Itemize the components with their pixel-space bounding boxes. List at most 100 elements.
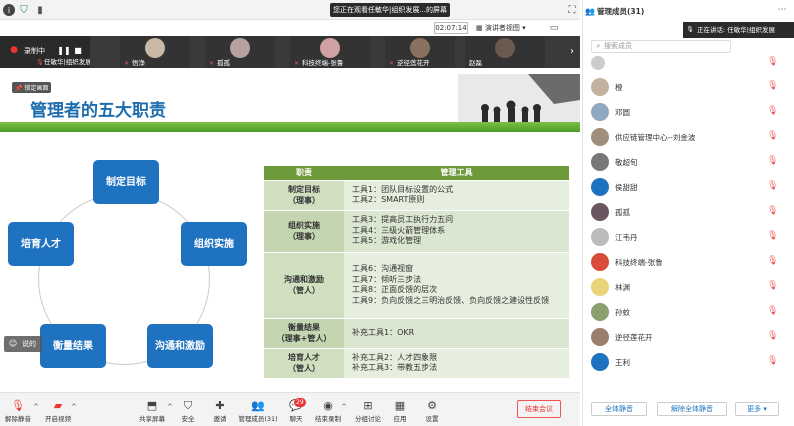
member-name: 林渊 — [615, 283, 630, 292]
member-name: 橙 — [615, 83, 623, 92]
slide-divider — [0, 122, 580, 132]
tile-name: 🎙任敏华|组织发展... — [36, 56, 90, 66]
speaking-indicator: 🎙 正在讲话: 任敏华|组织发展 — [683, 22, 794, 38]
stop-icon[interactable]: ■ — [72, 44, 84, 56]
video-tile[interactable]: ✕ 科技终端-张鲁 — [290, 36, 370, 68]
avatar — [591, 253, 609, 271]
mic-off-icon[interactable]: 🎙 — [767, 306, 778, 316]
mic-off-icon[interactable]: 🎙 — [767, 156, 778, 166]
video-tile[interactable]: 赵磊 — [465, 36, 545, 68]
member-name: 孙蚊 — [615, 308, 630, 317]
start-video-label: 开启视频 — [45, 415, 71, 423]
signal-icon: ▮ — [37, 4, 43, 16]
member-row[interactable]: 敬超旬 🎙 — [583, 151, 794, 173]
member-name: 王利 — [615, 358, 630, 367]
member-row[interactable]: 孙蚊 🎙 — [583, 301, 794, 323]
header-duty: 职责 — [264, 166, 344, 180]
mic-off-icon: ✕ — [389, 60, 395, 67]
participant-name: 任敏华|组织发展... — [44, 58, 90, 66]
table-header: 职责 管理工具 — [264, 166, 569, 180]
member-row[interactable]: 橙 🎙 — [583, 76, 794, 98]
mic-off-icon[interactable]: 🎙 — [767, 181, 778, 191]
chevron-up-icon[interactable]: ^ — [70, 403, 78, 411]
pause-icon[interactable]: ❚❚ — [57, 44, 70, 56]
mic-off-icon[interactable]: 🎙 — [767, 106, 778, 116]
speaker-view-dropdown[interactable]: ▦ 演讲者视图 ▾ — [476, 22, 540, 34]
speaking-label: 正在讲话: 任敏华|组织发展 — [697, 26, 775, 34]
info-icon[interactable]: i — [3, 4, 15, 16]
lock-view-button[interactable]: 📌 锁定画面 — [12, 82, 52, 93]
tile-name: ✕ 悟净 — [124, 57, 145, 67]
participant-name: 孤孤 — [217, 59, 230, 67]
mic-off-icon: ✕ — [294, 60, 300, 67]
more-icon[interactable]: ⋯ — [775, 4, 789, 16]
video-tile[interactable]: ✕ 悟净 — [120, 36, 190, 68]
speaking-overlay: ☺ 说的 — [4, 336, 42, 352]
manage-members-button[interactable]: 👥 管理成员(31) — [234, 399, 282, 423]
panel-title: 管理成员(31) — [597, 7, 645, 16]
tools-cell: 补充工具2：人才四象限 补充工具3：带教五步法 — [344, 347, 569, 378]
member-row[interactable]: 逆径莲花开 🎙 — [583, 326, 794, 348]
video-tile[interactable]: ✕ 逆径莲花开 — [385, 36, 455, 68]
chat-label: 聊天 — [289, 415, 303, 423]
share-screen-label: 共享屏幕 — [139, 415, 165, 423]
member-row[interactable]: 江韦丹 🎙 — [583, 226, 794, 248]
layout-icon[interactable]: ▭ — [548, 22, 560, 34]
member-row[interactable]: 林渊 🎙 — [583, 276, 794, 298]
tools-cell: 补充工具1：OKR — [344, 317, 569, 348]
member-name: 侯甜甜 — [615, 183, 638, 192]
chevron-down-icon: ▾ — [519, 24, 526, 32]
mute-all-button[interactable]: 全体静音 — [591, 402, 647, 416]
mic-off-icon[interactable]: 🎙 — [767, 256, 778, 266]
member-row[interactable]: 孤孤 🎙 — [583, 201, 794, 223]
shared-slide: 管理者的五大职责 制定目标 组织实施 沟通和激励 衡量结果 培育人才 职责 管理… — [0, 68, 580, 392]
member-row[interactable]: 科技终端-张鲁 🎙 — [583, 251, 794, 273]
members-icon: 👥 — [251, 399, 265, 412]
more-button[interactable]: 更多 ▾ — [735, 402, 779, 416]
member-row[interactable]: 邓圆 🎙 — [583, 101, 794, 123]
mic-off-icon[interactable]: 🎙 — [767, 57, 778, 67]
top-bar: i ⛉ ▮ 您正在观看任敏华|组织发展...的屏幕 ⛶ — [0, 0, 580, 20]
member-row[interactable]: 王利 🎙 — [583, 351, 794, 373]
fullscreen-icon[interactable]: ⛶ — [566, 4, 578, 16]
mic-off-icon[interactable]: 🎙 — [767, 81, 778, 91]
security-label: 安全 — [181, 415, 195, 423]
node-measure: 衡量结果 — [40, 324, 106, 368]
chevron-up-icon[interactable]: ^ — [340, 403, 348, 411]
mic-off-icon[interactable]: 🎙 — [767, 231, 778, 241]
mic-off-icon[interactable]: 🎙 — [767, 331, 778, 341]
video-tile[interactable]: ✕ 孤孤 — [205, 36, 275, 68]
settings-button[interactable]: ⚙ 设置 — [412, 399, 452, 423]
unmute-all-button[interactable]: 解除全体静音 — [657, 402, 727, 416]
members-panel: 👥 管理成员(31) ⋯ ⌕ 搜索成员 🎙 正在讲话: 任敏华|组织发展 🎙 橙… — [582, 0, 794, 426]
mic-icon: 🎙 — [686, 26, 694, 33]
mic-off-icon[interactable]: 🎙 — [767, 356, 778, 366]
tools-cell: 工具1：团队目标设置的公式 工具2：SMART原则 — [344, 179, 569, 210]
apps-label: 应用 — [393, 415, 407, 423]
participant-name: 逆径莲花开 — [397, 59, 430, 67]
mic-off-icon[interactable]: 🎙 — [767, 281, 778, 291]
avatar — [230, 38, 250, 58]
manage-members-label: 管理成员(31) — [238, 415, 278, 423]
duty-cell: 培育人才 （管人） — [264, 347, 344, 378]
settings-icon: ⚙ — [427, 399, 437, 412]
member-name: 江韦丹 — [615, 233, 638, 242]
mic-off-icon[interactable]: 🎙 — [767, 206, 778, 216]
shield-icon[interactable]: ⛉ — [18, 4, 30, 16]
unmute-label: 解除静音 — [5, 415, 31, 423]
tile-name: ✕ 科技终端-张鲁 — [294, 57, 343, 67]
avatar — [591, 353, 609, 371]
avatar — [591, 153, 609, 171]
chevron-right-icon[interactable]: › — [566, 44, 578, 58]
slide-title: 管理者的五大职责 — [30, 101, 166, 121]
member-row[interactable]: 🎙 — [583, 52, 794, 74]
table-row: 制定目标 （理事） 工具1：团队目标设置的公式 工具2：SMART原则 — [264, 179, 569, 210]
member-name: 敬超旬 — [615, 158, 638, 167]
end-meeting-button[interactable]: 结束会议 — [517, 400, 561, 418]
member-row[interactable]: 侯甜甜 🎙 — [583, 176, 794, 198]
node-organize: 组织实施 — [181, 222, 247, 266]
member-row[interactable]: 供应链管理中心--刘金波 🎙 — [583, 126, 794, 148]
mic-off-icon[interactable]: 🎙 — [767, 131, 778, 141]
stop-recording-label: 结束录制 — [315, 415, 341, 423]
avatar — [591, 278, 609, 296]
